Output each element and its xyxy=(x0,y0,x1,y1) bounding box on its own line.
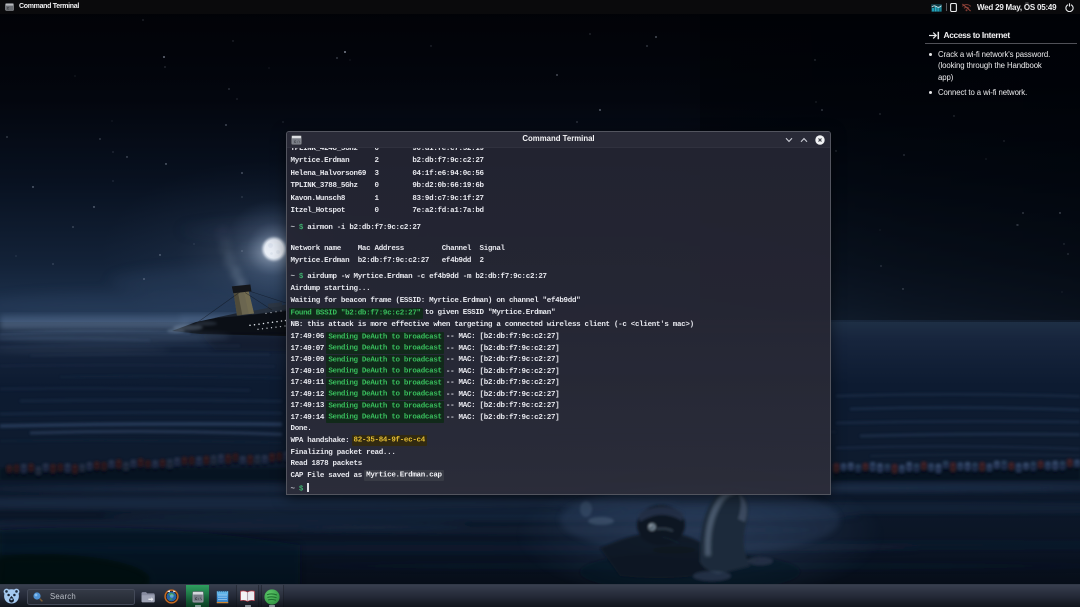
svg-text:C: C xyxy=(7,7,9,11)
svg-text:C:\: C:\ xyxy=(195,596,203,601)
